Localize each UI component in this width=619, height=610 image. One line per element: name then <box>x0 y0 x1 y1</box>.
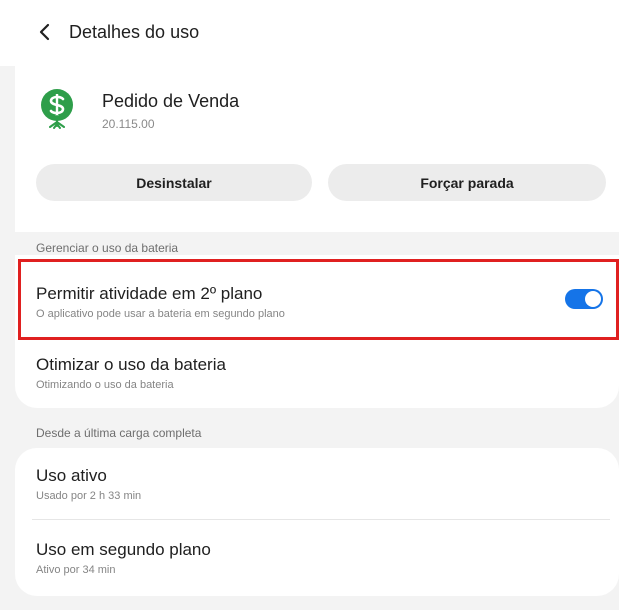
background-activity-title[interactable]: Permitir atividade em 2º plano <box>36 283 262 305</box>
optimize-battery-title[interactable]: Otimizar o uso da bateria <box>36 354 226 376</box>
uninstall-button[interactable]: Desinstalar <box>36 164 312 201</box>
app-info-section: Pedido de Venda 20.115.00 Desinstalar Fo… <box>15 66 619 232</box>
active-use-title[interactable]: Uso ativo <box>36 465 107 487</box>
active-use-subtitle: Usado por 2 h 33 min <box>36 490 142 502</box>
toggle-knob <box>585 291 601 307</box>
top-app-bar: Detalhes do uso <box>0 0 619 66</box>
page-title: Detalhes do uso <box>69 22 200 42</box>
chevron-left-icon <box>39 23 50 41</box>
dollar-tree-app-icon <box>36 88 78 130</box>
force-stop-button[interactable]: Forçar parada <box>328 164 606 201</box>
battery-section-header: Gerenciar o uso da bateria <box>36 241 179 255</box>
background-use-title[interactable]: Uso em segundo plano <box>36 539 211 561</box>
background-activity-subtitle: O aplicativo pode usar a bateria em segu… <box>36 308 285 320</box>
back-button[interactable] <box>30 18 58 46</box>
optimize-battery-subtitle: Otimizando o uso da bateria <box>36 379 174 391</box>
app-version: 20.115.00 <box>102 117 155 131</box>
app-name: Pedido de Venda <box>102 91 240 111</box>
usage-section-header: Desde a última carga completa <box>36 426 202 440</box>
divider <box>32 519 610 520</box>
background-activity-toggle[interactable] <box>565 289 603 309</box>
background-use-subtitle: Ativo por 34 min <box>36 564 116 576</box>
